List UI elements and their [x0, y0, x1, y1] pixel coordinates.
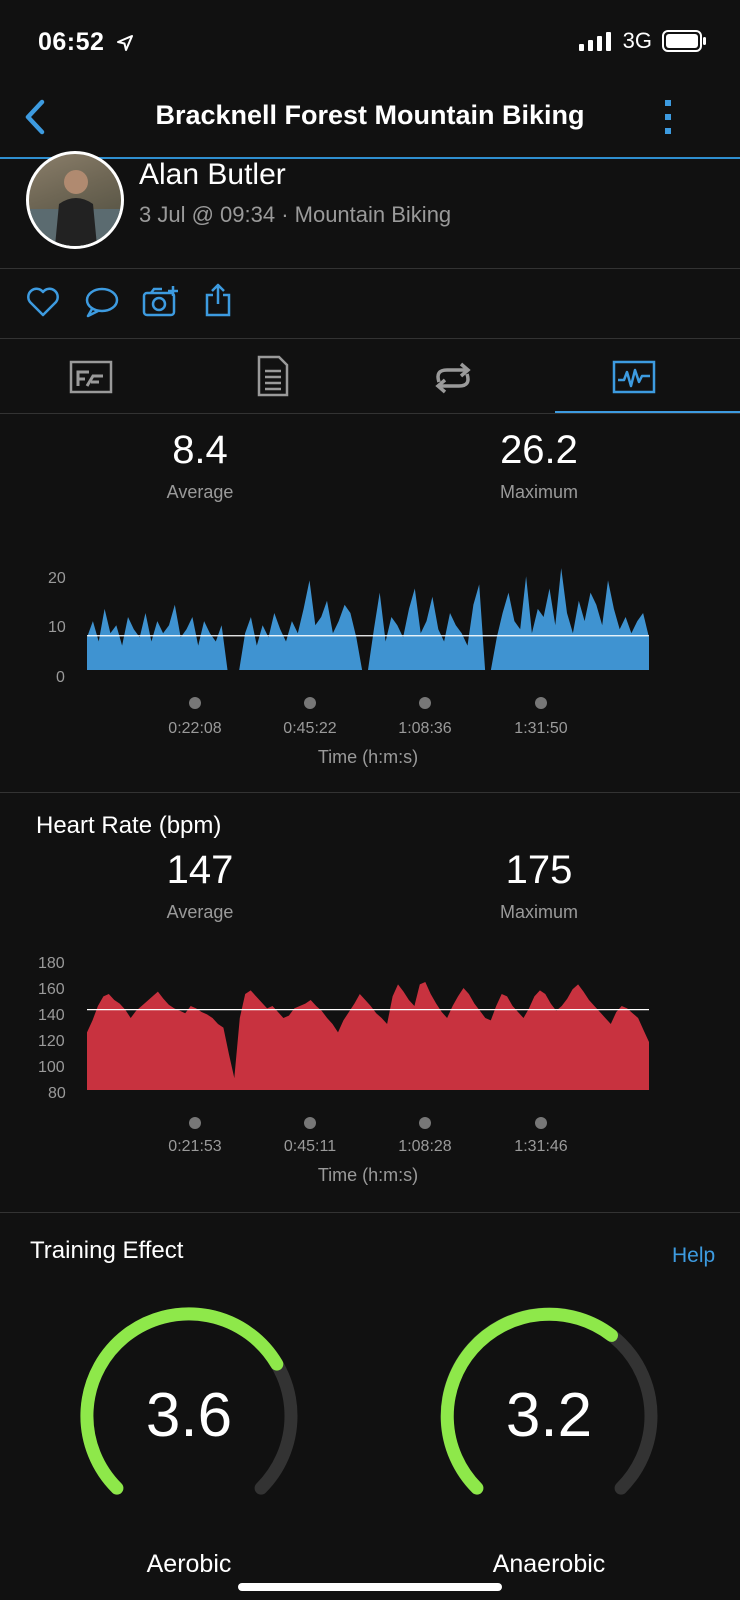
tab-details-icon[interactable] [257, 355, 289, 397]
speed-area [87, 568, 649, 670]
heart-rate-x-tick-dot [419, 1117, 431, 1129]
signal-icon [578, 32, 611, 51]
aerobic-value: 3.6 [145, 1381, 233, 1450]
speed-x-tick-dot [419, 697, 431, 709]
speed-average-value: 8.4 [172, 428, 228, 472]
speed-x-tick-label: 0:22:08 [168, 720, 222, 737]
anaerobic-value: 3.2 [505, 1381, 593, 1450]
speed-y-tick: 20 [48, 570, 66, 587]
speed-x-axis-title: Time (h:m:s) [317, 747, 419, 767]
anaerobic-label: Anaerobic [492, 1550, 606, 1578]
heart-rate-x-tick-dot [189, 1117, 201, 1129]
avatar[interactable] [26, 151, 124, 249]
heart-rate-x-tick-label: 0:21:53 [168, 1138, 222, 1155]
speed-average-label: Average [166, 482, 234, 502]
speed-x-tick-label: 1:08:36 [398, 720, 452, 737]
comment-icon[interactable] [84, 286, 120, 318]
tab-overview-icon[interactable] [69, 360, 113, 394]
tab-charts-icon[interactable] [612, 360, 656, 394]
heart-rate-x-tick-label: 1:31:46 [514, 1138, 568, 1155]
help-link[interactable]: Help [672, 1244, 715, 1268]
network-label: 3G [622, 28, 652, 53]
more-menu-icon[interactable] [660, 98, 676, 138]
tab-laps-icon[interactable] [431, 362, 475, 394]
heart-rate-maximum-value: 175 [505, 848, 573, 892]
battery-icon [662, 30, 706, 52]
status-time: 06:52 [38, 28, 134, 57]
divider [0, 268, 740, 269]
heart-rate-x-tick-dot [304, 1117, 316, 1129]
heart-rate-x-tick-dot [535, 1117, 547, 1129]
activity-meta: 3 Jul @ 09:34 · Mountain Biking [139, 202, 452, 227]
heart-rate-average-value: 147 [166, 848, 234, 892]
divider [0, 792, 740, 793]
avatar-person-icon [29, 170, 121, 246]
heart-rate-x-tick-label: 0:45:11 [283, 1138, 337, 1155]
heart-rate-x-tick-label: 1:08:28 [398, 1138, 452, 1155]
heart-rate-y-tick: 180 [38, 955, 65, 972]
heart-rate-x-axis-title: Time (h:m:s) [317, 1165, 419, 1185]
heart-rate-y-tick: 80 [48, 1085, 66, 1102]
aerobic-label: Aerobic [146, 1550, 232, 1578]
speed-x-tick-label: 0:45:22 [283, 720, 337, 737]
share-icon[interactable] [203, 282, 233, 318]
status-indicators: 3G [578, 28, 708, 54]
heart-rate-area [87, 982, 649, 1090]
speed-x-tick-dot [535, 697, 547, 709]
training-effect-title: Training Effect [30, 1237, 184, 1264]
heart-rate-title: Heart Rate (bpm) [36, 812, 222, 839]
divider [0, 1212, 740, 1213]
divider [0, 338, 740, 339]
speed-chart[interactable] [87, 550, 649, 680]
like-heart-icon[interactable] [26, 287, 60, 317]
heart-rate-maximum-label: Maximum [499, 902, 578, 922]
location-arrow-icon [116, 35, 133, 52]
divider [0, 413, 740, 414]
heart-rate-average-label: Average [166, 902, 234, 922]
nav-underline [0, 157, 740, 159]
heart-rate-y-tick: 140 [38, 1007, 65, 1024]
heart-rate-y-tick: 120 [38, 1033, 65, 1050]
speed-x-tick-label: 1:31:50 [514, 720, 568, 737]
speed-maximum-value: 26.2 [500, 428, 578, 472]
add-photo-icon[interactable] [142, 284, 180, 318]
heart-rate-chart[interactable] [87, 960, 649, 1100]
user-name: Alan Butler [139, 158, 286, 191]
nav-title: Bracknell Forest Mountain Biking [155, 100, 585, 130]
heart-rate-y-tick: 100 [38, 1059, 65, 1076]
speed-maximum-label: Maximum [499, 482, 578, 502]
speed-y-tick: 10 [48, 619, 66, 636]
heart-rate-y-tick: 160 [38, 981, 65, 998]
speed-x-tick-dot [304, 697, 316, 709]
speed-x-tick-dot [189, 697, 201, 709]
home-indicator [238, 1583, 502, 1591]
speed-y-tick: 0 [56, 669, 65, 686]
